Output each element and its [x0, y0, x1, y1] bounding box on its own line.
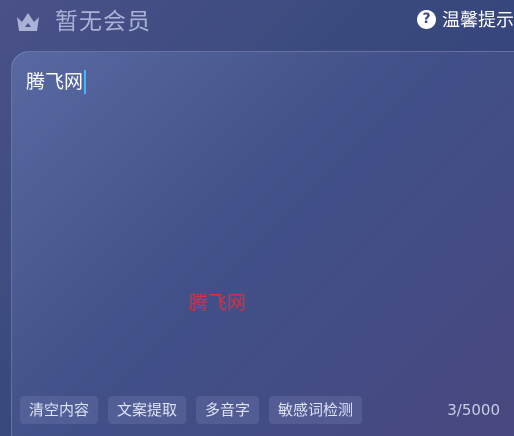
character-counter: 3/5000 — [447, 401, 500, 419]
text-input-value: 腾飞网 — [26, 71, 84, 93]
sensitive-word-check-button[interactable]: 敏感词检测 — [269, 396, 363, 424]
tips-button[interactable]: ? 温馨提示 — [417, 6, 514, 32]
action-bar: 清空内容 文案提取 多音字 敏感词检测 — [20, 396, 363, 424]
extract-copy-button[interactable]: 文案提取 — [108, 396, 187, 424]
watermark-text: 腾飞网 — [189, 292, 247, 314]
text-input-card[interactable] — [11, 51, 514, 436]
crown-icon — [17, 13, 39, 31]
text-input[interactable]: 腾飞网 — [26, 69, 87, 95]
polyphone-button[interactable]: 多音字 — [196, 396, 260, 424]
header-bar: 暂无会员 ? 温馨提示 — [0, 0, 514, 46]
clear-content-button[interactable]: 清空内容 — [20, 396, 99, 424]
question-circle-icon: ? — [417, 9, 436, 29]
text-caret — [84, 70, 87, 94]
membership-status: 暂无会员 — [55, 9, 151, 35]
tips-label: 温馨提示 — [442, 10, 514, 31]
